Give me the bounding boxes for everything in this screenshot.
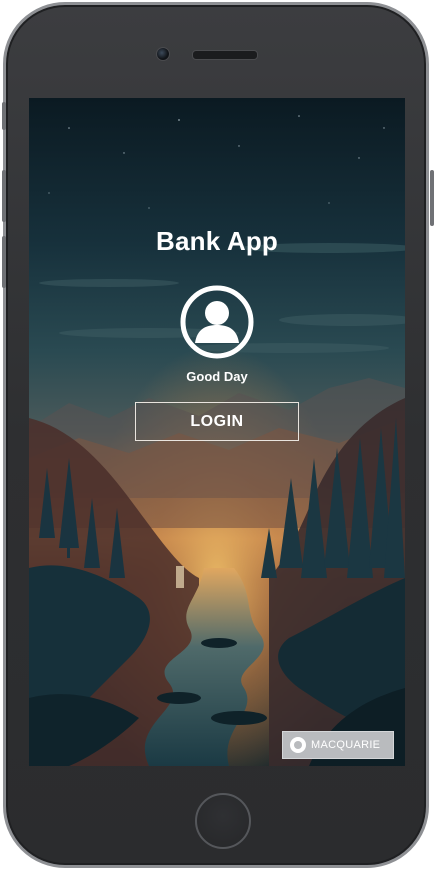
power-button <box>430 170 434 226</box>
greeting-text: Good Day <box>186 369 248 384</box>
volume-up-button <box>2 170 6 222</box>
app-title: Bank App <box>156 226 278 256</box>
mute-switch <box>2 102 6 130</box>
front-camera <box>156 47 170 61</box>
brand-name: MACQUARIE <box>311 739 381 751</box>
macquarie-logo-icon <box>290 737 306 753</box>
user-avatar-icon <box>180 285 254 359</box>
brand-badge: MACQUARIE <box>282 731 394 759</box>
login-button[interactable]: LOGIN <box>135 402 299 441</box>
home-button[interactable] <box>195 793 251 849</box>
app-screen: Bank App Good Day LOGIN MACQUARIE <box>29 98 405 766</box>
earpiece-speaker <box>192 50 258 60</box>
volume-down-button <box>2 236 6 288</box>
